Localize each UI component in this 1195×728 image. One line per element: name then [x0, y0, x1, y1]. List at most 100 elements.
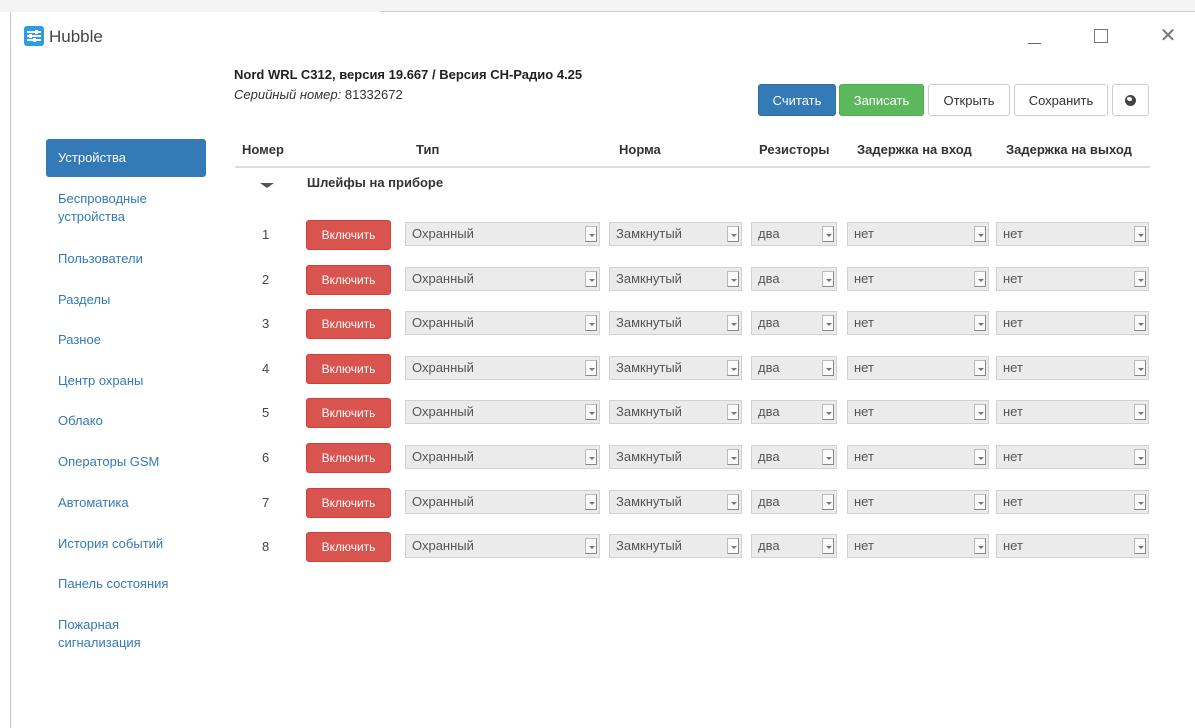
type-select[interactable]: Охранный	[405, 490, 600, 514]
entry-delay-select[interactable]: нет	[847, 356, 989, 380]
exit-delay-select[interactable]: нет	[996, 490, 1149, 514]
entry-delay-select[interactable]: нет	[847, 311, 989, 335]
dropdown-arrow-icon	[1134, 404, 1146, 420]
enable-button[interactable]: Включить	[306, 220, 391, 250]
norm-select[interactable]: Замкнутый	[609, 490, 742, 514]
sidebar-item-gsm-operators[interactable]: Операторы GSM	[46, 453, 206, 471]
exit-delay-select[interactable]: нет	[996, 534, 1149, 558]
sidebar-item-misc[interactable]: Разное	[46, 331, 206, 349]
norm-select[interactable]: Замкнутый	[609, 400, 742, 424]
resistors-select-value: два	[758, 226, 780, 241]
norm-select[interactable]: Замкнутый	[609, 534, 742, 558]
dropdown-arrow-icon	[974, 226, 986, 242]
dropdown-arrow-icon	[727, 271, 739, 287]
resistors-select[interactable]: два	[751, 400, 837, 424]
sidebar-item-status-panel[interactable]: Панель состояния	[46, 575, 206, 593]
resistors-select[interactable]: два	[751, 490, 837, 514]
resistors-select[interactable]: два	[751, 311, 837, 335]
type-select[interactable]: Охранный	[405, 534, 600, 558]
resistors-select[interactable]: два	[751, 267, 837, 291]
header-exit-delay: Задержка на выход	[1006, 142, 1132, 157]
norm-select-value: Замкнутый	[616, 360, 682, 375]
open-button[interactable]: Открыть	[928, 84, 1010, 116]
close-button[interactable]: ✕	[1148, 20, 1188, 52]
sidebar-item-event-history[interactable]: История событий	[46, 535, 206, 553]
norm-select-value: Замкнутый	[616, 404, 682, 419]
enable-button[interactable]: Включить	[306, 309, 391, 339]
title-bar[interactable]: Hubble ✕	[11, 12, 1195, 60]
write-button[interactable]: Записать	[839, 84, 924, 116]
sidebar-item-sections[interactable]: Разделы	[46, 291, 206, 309]
dropdown-arrow-icon	[1134, 494, 1146, 510]
close-icon: ✕	[1159, 25, 1177, 47]
entry-delay-select[interactable]: нет	[847, 222, 989, 246]
type-select[interactable]: Охранный	[405, 222, 600, 246]
exit-delay-select[interactable]: нет	[996, 445, 1149, 469]
entry-delay-select[interactable]: нет	[847, 445, 989, 469]
save-button[interactable]: Сохранить	[1014, 84, 1108, 116]
enable-button[interactable]: Включить	[306, 488, 391, 518]
norm-select[interactable]: Замкнутый	[609, 267, 742, 291]
dropdown-arrow-icon	[727, 226, 739, 242]
enable-button[interactable]: Включить	[306, 443, 391, 473]
type-select-value: Охранный	[412, 494, 474, 509]
header-number: Номер	[242, 142, 284, 157]
sidebar-item-security-center[interactable]: Центр охраны	[46, 372, 206, 390]
resistors-select-value: два	[758, 538, 780, 553]
exit-delay-select[interactable]: нет	[996, 400, 1149, 424]
enable-button[interactable]: Включить	[306, 398, 391, 428]
type-select[interactable]: Охранный	[405, 445, 600, 469]
resistors-select-value: два	[758, 404, 780, 419]
serial-value: 81332672	[341, 87, 403, 102]
dropdown-arrow-icon	[585, 404, 597, 420]
type-select-value: Охранный	[412, 449, 474, 464]
type-select[interactable]: Охранный	[405, 267, 600, 291]
header-resistors: Резисторы	[759, 142, 830, 157]
sidebar-item-automation[interactable]: Автоматика	[46, 494, 206, 512]
entry-delay-select[interactable]: нет	[847, 267, 989, 291]
row-number: 2	[262, 272, 270, 287]
dropdown-arrow-icon	[1134, 226, 1146, 242]
resistors-select[interactable]: два	[751, 222, 837, 246]
sidebar-item-users[interactable]: Пользователи	[46, 250, 206, 268]
minimize-button[interactable]	[1014, 20, 1054, 52]
entry-delay-select[interactable]: нет	[847, 400, 989, 424]
enable-button[interactable]: Включить	[306, 532, 391, 562]
norm-select[interactable]: Замкнутый	[609, 445, 742, 469]
sidebar-item-fire-alarm[interactable]: Пожарная сигнализация	[46, 616, 156, 652]
type-select[interactable]: Охранный	[405, 311, 600, 335]
dropdown-arrow-icon	[1134, 315, 1146, 331]
entry-delay-select[interactable]: нет	[847, 534, 989, 558]
exit-delay-select[interactable]: нет	[996, 267, 1149, 291]
type-select-value: Охранный	[412, 271, 474, 286]
enable-button[interactable]: Включить	[306, 354, 391, 384]
resistors-select[interactable]: два	[751, 356, 837, 380]
read-button[interactable]: Считать	[758, 84, 836, 116]
entry-delay-select[interactable]: нет	[847, 490, 989, 514]
resistors-select[interactable]: два	[751, 534, 837, 558]
type-select[interactable]: Охранный	[405, 356, 600, 380]
collapse-caret-icon[interactable]	[260, 183, 274, 188]
enable-button[interactable]: Включить	[306, 265, 391, 295]
resistors-select-value: два	[758, 449, 780, 464]
resistors-select-value: два	[758, 271, 780, 286]
sidebar-item-cloud[interactable]: Облако	[46, 412, 206, 430]
entry-delay-select-value: нет	[854, 449, 874, 464]
exit-delay-select[interactable]: нет	[996, 311, 1149, 335]
norm-select[interactable]: Замкнутый	[609, 222, 742, 246]
dropdown-arrow-icon	[585, 360, 597, 376]
type-select[interactable]: Охранный	[405, 400, 600, 424]
norm-select[interactable]: Замкнутый	[609, 356, 742, 380]
row-number: 4	[262, 361, 270, 376]
language-button[interactable]	[1112, 84, 1149, 116]
sidebar-item-wireless-devices[interactable]: Беспроводные устройства	[46, 190, 176, 226]
exit-delay-select[interactable]: нет	[996, 222, 1149, 246]
resistors-select[interactable]: два	[751, 445, 837, 469]
maximize-button[interactable]	[1081, 20, 1121, 52]
dropdown-arrow-icon	[822, 360, 834, 376]
exit-delay-select[interactable]: нет	[996, 356, 1149, 380]
sidebar-item-devices[interactable]: Устройства	[46, 139, 206, 177]
table-row-7: 7 Включить Охранный Замкнутый два нет не…	[235, 488, 1150, 518]
dropdown-arrow-icon	[1134, 449, 1146, 465]
norm-select[interactable]: Замкнутый	[609, 311, 742, 335]
